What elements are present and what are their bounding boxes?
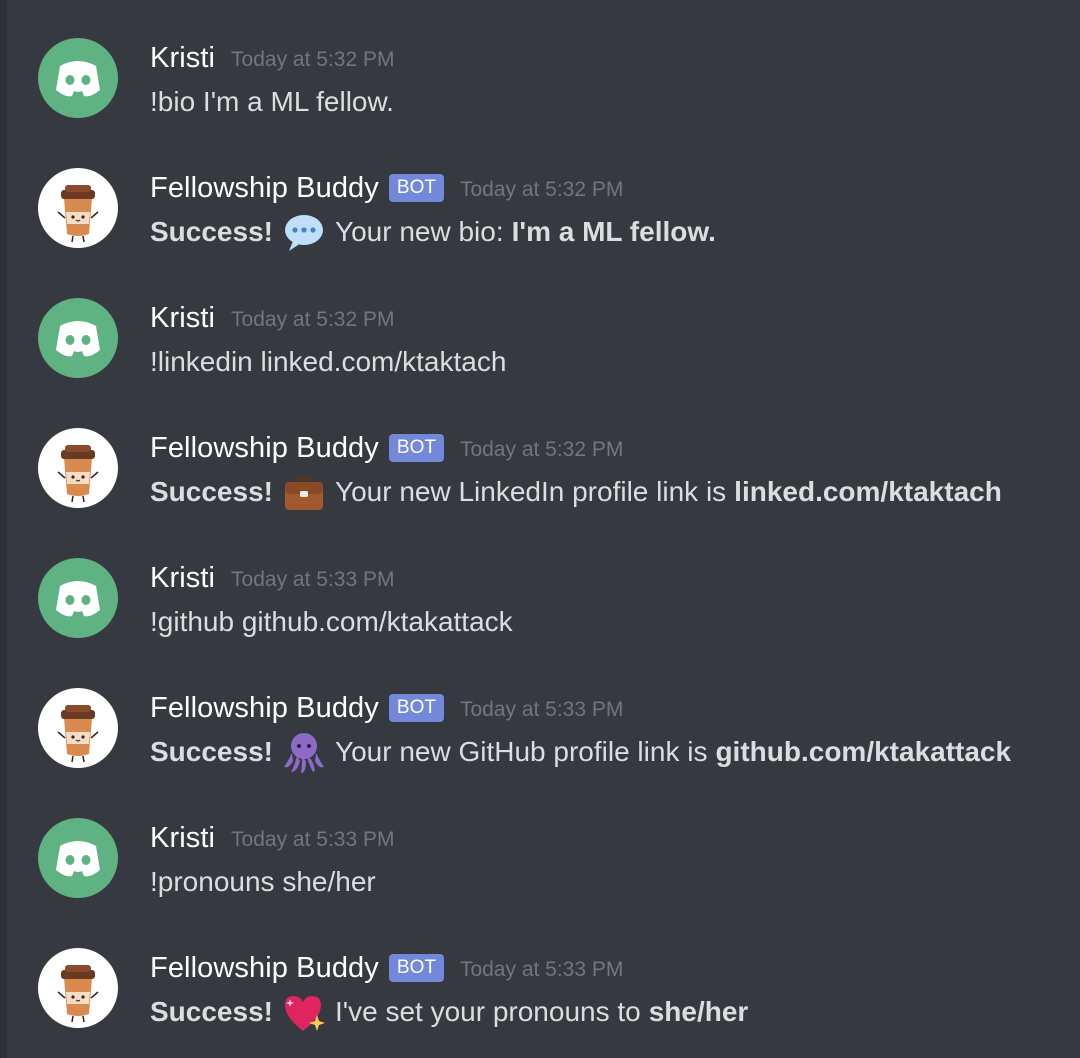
message-item: Kristi Today at 5:33 PM !pronouns she/he… <box>0 780 1080 910</box>
message-item: Kristi Today at 5:32 PM !linkedin linked… <box>0 260 1080 390</box>
username[interactable]: Kristi <box>150 302 215 335</box>
bot-badge: BOT <box>388 694 444 722</box>
message-header: Kristi Today at 5:32 PM <box>150 38 394 78</box>
message-content: !linkedin linked.com/ktaktach <box>150 346 507 377</box>
timestamp[interactable]: Today at 5:32 PM <box>231 308 394 332</box>
bio-value: I'm a ML fellow. <box>511 216 716 247</box>
message-header: Fellowship Buddy BOT Today at 5:32 PM <box>150 168 623 208</box>
message-text: Your new GitHub profile link is <box>334 736 708 767</box>
message-header: Fellowship Buddy BOT Today at 5:33 PM <box>150 948 623 988</box>
message-content: !github github.com/ktakattack <box>150 606 513 637</box>
avatar[interactable] <box>38 428 118 508</box>
message-item: Kristi Today at 5:33 PM !github github.c… <box>0 520 1080 650</box>
timestamp[interactable]: Today at 5:32 PM <box>231 48 394 72</box>
message-header: Kristi Today at 5:32 PM <box>150 298 394 338</box>
message-item: Fellowship Buddy BOT Today at 5:33 PM Su… <box>0 910 1080 1040</box>
message-text: I've set your pronouns to <box>334 996 641 1027</box>
message-content: Success! Your new GitHub profile link is… <box>150 729 1012 775</box>
pronouns-value: she/her <box>648 996 749 1027</box>
coffee-cup-mascot-icon <box>57 445 99 503</box>
success-label: Success! <box>150 476 273 507</box>
message-list: Kristi Today at 5:32 PM !bio I'm a ML fe… <box>0 0 1080 1058</box>
message-content: Success! I've set your pronouns to she/h… <box>150 992 748 1032</box>
avatar[interactable] <box>38 818 118 898</box>
message-content: Success! Your new LinkedIn profile link … <box>150 472 1002 512</box>
message-text: Your new LinkedIn profile link is <box>334 476 727 507</box>
speech-balloon-icon <box>281 209 327 255</box>
timestamp[interactable]: Today at 5:33 PM <box>460 958 623 982</box>
timestamp[interactable]: Today at 5:32 PM <box>460 438 623 462</box>
timestamp[interactable]: Today at 5:33 PM <box>231 568 394 592</box>
success-label: Success! <box>150 216 273 247</box>
timestamp[interactable]: Today at 5:33 PM <box>460 698 623 722</box>
avatar[interactable] <box>38 168 118 248</box>
linkedin-link-value: linked.com/ktaktach <box>734 476 1002 507</box>
bot-badge: BOT <box>388 434 444 462</box>
message-item: Fellowship Buddy BOT Today at 5:33 PM Su… <box>0 650 1080 780</box>
username[interactable]: Fellowship Buddy <box>150 172 379 205</box>
message-item: Fellowship Buddy BOT Today at 5:32 PM Su… <box>0 130 1080 260</box>
message-content: Success! Your new bio: I'm a ML fellow. <box>150 212 716 252</box>
octopus-icon <box>281 729 327 775</box>
message-header: Kristi Today at 5:33 PM <box>150 818 394 858</box>
github-link-value: github.com/ktakattack <box>715 736 1012 767</box>
discord-logo-icon <box>56 841 100 877</box>
timestamp[interactable]: Today at 5:33 PM <box>231 828 394 852</box>
success-label: Success! <box>150 736 273 767</box>
message-header: Fellowship Buddy BOT Today at 5:32 PM <box>150 428 623 468</box>
avatar[interactable] <box>38 688 118 768</box>
message-header: Kristi Today at 5:33 PM <box>150 558 394 598</box>
username[interactable]: Kristi <box>150 822 215 855</box>
briefcase-icon <box>281 469 327 515</box>
avatar[interactable] <box>38 558 118 638</box>
avatar[interactable] <box>38 38 118 118</box>
username[interactable]: Kristi <box>150 42 215 75</box>
message-content: !bio I'm a ML fellow. <box>150 86 394 117</box>
username[interactable]: Fellowship Buddy <box>150 952 379 985</box>
coffee-cup-mascot-icon <box>57 965 99 1023</box>
coffee-cup-mascot-icon <box>57 185 99 243</box>
message-content: !pronouns she/her <box>150 866 376 897</box>
bot-badge: BOT <box>388 954 444 982</box>
discord-logo-icon <box>56 581 100 617</box>
username[interactable]: Kristi <box>150 562 215 595</box>
discord-logo-icon <box>56 321 100 357</box>
discord-logo-icon <box>56 61 100 97</box>
username[interactable]: Fellowship Buddy <box>150 432 379 465</box>
avatar[interactable] <box>38 948 118 1028</box>
message-text: Your new bio: <box>334 216 504 247</box>
message-item: Kristi Today at 5:32 PM !bio I'm a ML fe… <box>0 0 1080 130</box>
coffee-cup-mascot-icon <box>57 705 99 763</box>
avatar[interactable] <box>38 298 118 378</box>
timestamp[interactable]: Today at 5:32 PM <box>460 178 623 202</box>
sparkling-heart-icon <box>281 989 327 1035</box>
success-label: Success! <box>150 996 273 1027</box>
message-header: Fellowship Buddy BOT Today at 5:33 PM <box>150 688 623 728</box>
bot-badge: BOT <box>388 174 444 202</box>
message-item: Fellowship Buddy BOT Today at 5:32 PM Su… <box>0 390 1080 520</box>
username[interactable]: Fellowship Buddy <box>150 692 379 725</box>
